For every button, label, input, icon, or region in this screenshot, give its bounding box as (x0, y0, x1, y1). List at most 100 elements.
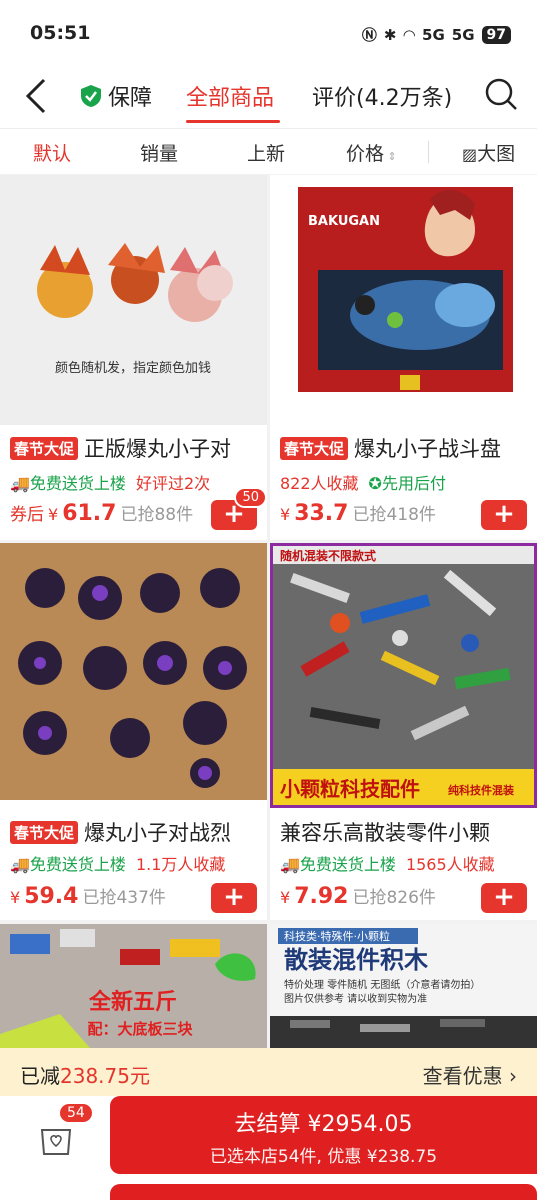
price-value: 59.4 (24, 884, 79, 909)
product-image (0, 543, 267, 808)
guarantee-tab[interactable]: 保障 (80, 80, 152, 112)
product-image: 颜色随机发，指定颜色加钱 (0, 175, 267, 425)
pay-later-label: 先用后付 (381, 474, 446, 493)
search-icon[interactable] (483, 76, 519, 112)
promo-badge: 春节大促 (10, 436, 79, 460)
cart-count-badge: 54 (60, 1104, 92, 1122)
price-value: 33.7 (294, 501, 349, 526)
divider (428, 141, 429, 163)
price-row: 券后 ¥61.7 已抢88件 (10, 500, 193, 526)
big-view-label: 大图 (477, 143, 516, 165)
promo-badge: 春节大促 (280, 436, 349, 460)
delivery-tag: 🚚免费送货上楼 (280, 855, 396, 874)
product-tags: 🚚免费送货上楼 1565人收藏 (280, 851, 495, 875)
price-row: ¥59.4 已抢437件 (10, 883, 166, 909)
cart-bag-icon[interactable] (36, 1118, 76, 1158)
discount-amount: 238.75元 (60, 1064, 150, 1088)
delivery-label: 免费送货上楼 (29, 855, 126, 874)
bottom-bar: 54 去结算 ¥2954.05 已选本店54件, 优惠 ¥238.75 (0, 1096, 537, 1200)
add-to-cart-button[interactable]: + (481, 883, 527, 913)
image-caption: 颜色随机发，指定颜色加钱 (55, 360, 211, 376)
product-card[interactable]: 全新五斤 配：大底板三块 (0, 924, 267, 1048)
chevron-right-icon: › (502, 1064, 517, 1088)
tab-all-products[interactable]: 全部商品 (186, 80, 274, 112)
sold-count: 已抢88件 (120, 505, 194, 525)
sold-count: 已抢418件 (352, 505, 436, 525)
back-arrow-icon[interactable] (18, 76, 58, 116)
currency-symbol: ¥ (280, 888, 291, 907)
product-tags: 🚚免费送货上楼 1.1万人收藏 (10, 851, 225, 875)
checkout-label: 去结算 ¥2954.05 (234, 1112, 413, 1137)
guarantee-label: 保障 (108, 86, 153, 111)
product-card[interactable]: 科技类·特殊件·小颗粒 散装混件积木 特价处理 零件随机 无图纸（介意者请勿拍）… (270, 924, 537, 1048)
big-view-toggle[interactable]: ▨大图 (462, 139, 515, 166)
bluetooth-icon: ✱ (383, 25, 397, 44)
product-title: 春节大促 正版爆丸小子对 (10, 433, 231, 463)
product-image: 全新五斤 配：大底板三块 (0, 924, 267, 1048)
image-note-1: 特价处理 零件随机 无图纸（介意者请勿拍） (284, 978, 480, 991)
tab-reviews[interactable]: 评价(4.2万条) (312, 80, 452, 112)
favorites-tag: 1.1万人收藏 (135, 855, 226, 874)
product-tags: 822人收藏 ✪先用后付 (280, 470, 446, 494)
product-image: 随机混装不限款式 小颗粒科技配件 纯科技件混装 (270, 543, 537, 808)
title-text: 爆丸小子对战烈 (84, 821, 232, 845)
product-image: BAKUGAN (270, 175, 537, 425)
image-headline: 散装混件积木 (284, 946, 429, 974)
view-discounts-link[interactable]: 查看优惠 › (423, 1060, 517, 1089)
sort-price-label: 价格 (346, 143, 385, 165)
price-value: 7.92 (294, 884, 349, 909)
discount-label: 已减 (20, 1064, 60, 1088)
currency-symbol: ¥ (48, 505, 59, 524)
product-title: 兼容乐高散装零件小颗 (280, 817, 490, 847)
product-card[interactable]: BAKUGAN 春节大促 爆丸小子战斗盘 822人收藏 ✪先用后付 ¥33.7 已抢4… (270, 175, 537, 540)
sort-arrows-icon: ⇕ (384, 150, 397, 163)
cart-quantity-badge: 50 (234, 487, 267, 508)
discount-summary: 已减238.75元 (20, 1060, 150, 1089)
product-title: 春节大促 爆丸小子对战烈 (10, 817, 231, 847)
product-tags: 🚚免费送货上楼 好评过2次 (10, 470, 210, 494)
add-to-cart-button[interactable]: + (211, 883, 257, 913)
image-headline: 全新五斤 (88, 989, 177, 1015)
title-text: 兼容乐高散装零件小颗 (280, 821, 490, 845)
price-value: 61.7 (62, 501, 117, 526)
delivery-label: 免费送货上楼 (299, 855, 396, 874)
sort-bar: 默认 销量 上新 价格 ⇕ ▨大图 (0, 128, 537, 174)
price-row: ¥33.7 已抢418件 (280, 500, 436, 526)
image-top-text: 随机混装不限款式 (280, 548, 376, 563)
product-card[interactable]: 随机混装不限款式 小颗粒科技配件 纯科技件混装 兼容乐高散装零件小颗 🚚免费送货… (270, 543, 537, 920)
sort-default[interactable]: 默认 (33, 139, 71, 166)
delivery-tag: 🚚免费送货上楼 (10, 855, 126, 874)
image-subtext: 配：大底板三块 (87, 1020, 193, 1038)
checkout-button[interactable]: 去结算 ¥2954.05 已选本店54件, 优惠 ¥238.75 (110, 1096, 537, 1174)
add-to-cart-button[interactable]: + (481, 500, 527, 530)
product-card[interactable]: 春节大促 爆丸小子对战烈 🚚免费送货上楼 1.1万人收藏 ¥59.4 已抢437件 + (0, 543, 267, 920)
status-bar: 05:51 Ⓝ ✱ ◠ 5G 5G 97 (0, 0, 537, 64)
currency-symbol: ¥ (280, 505, 291, 524)
sort-sales[interactable]: 销量 (140, 139, 178, 166)
sort-new[interactable]: 上新 (247, 139, 285, 166)
checkout-button-shadow (110, 1184, 537, 1200)
discount-bar[interactable]: 已减238.75元 查看优惠 › (0, 1048, 537, 1096)
image-note-2: 图片仅供参考 请以收到实物为准 (284, 992, 427, 1005)
image-tag-text: 科技类·特殊件·小颗粒 (284, 929, 390, 943)
shield-check-icon (81, 85, 101, 107)
promo-badge: 春节大促 (10, 820, 79, 844)
signal-5g-icon-2: 5G (451, 25, 475, 44)
active-tab-indicator (186, 120, 280, 123)
price-row: ¥7.92 已抢826件 (280, 883, 436, 909)
view-discounts-label: 查看优惠 (422, 1064, 503, 1088)
battery-icon: 97 (481, 25, 511, 44)
sort-price[interactable]: 价格 ⇕ (346, 139, 397, 166)
sold-count: 已抢437件 (82, 888, 166, 908)
svg-text:BAKUGAN: BAKUGAN (308, 214, 380, 229)
sold-count: 已抢826件 (352, 888, 436, 908)
system-icons: Ⓝ ✱ ◠ 5G 5G 97 (362, 24, 511, 45)
top-nav: 保障 全部商品 评价(4.2万条) (0, 64, 537, 128)
delivery-label: 免费送货上楼 (29, 474, 126, 493)
delivery-tag: 🚚免费送货上楼 (10, 474, 126, 493)
checkout-subtext: 已选本店54件, 优惠 ¥238.75 (209, 1147, 438, 1167)
product-card[interactable]: 颜色随机发，指定颜色加钱 春节大促 正版爆丸小子对 🚚免费送货上楼 好评过2次 券后… (0, 175, 267, 540)
product-image: 科技类·特殊件·小颗粒 散装混件积木 特价处理 零件随机 无图纸（介意者请勿拍）… (270, 924, 537, 1048)
favorites-tag: 822人收藏 (280, 474, 359, 493)
wifi-icon: ◠ (403, 25, 416, 44)
